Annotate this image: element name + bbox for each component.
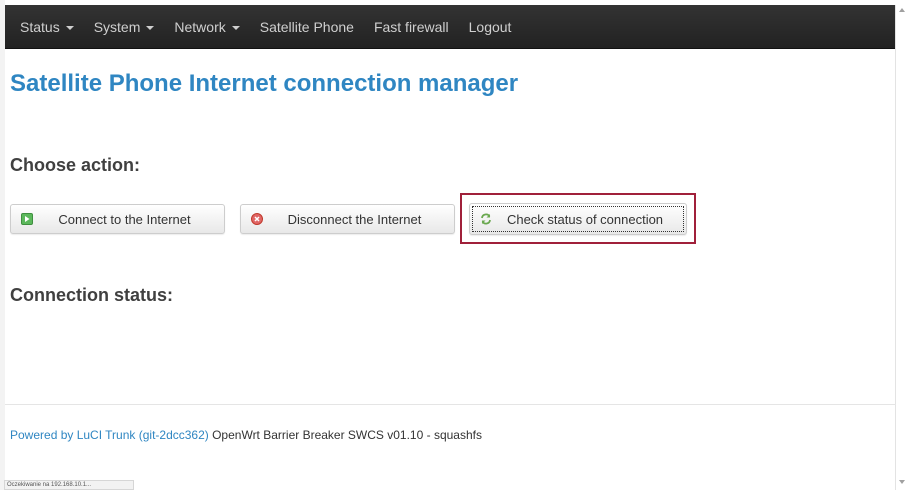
play-icon — [21, 213, 33, 225]
choose-action-heading: Choose action: — [10, 155, 141, 175]
nav-system[interactable]: System — [84, 5, 165, 48]
disconnect-button[interactable]: Disconnect the Internet — [240, 204, 455, 234]
nav-status[interactable]: Status — [5, 5, 84, 48]
connect-button[interactable]: Connect to the Internet — [10, 204, 225, 234]
window-edge — [0, 0, 5, 490]
focus-ring — [472, 206, 684, 232]
nav-network-label: Network — [174, 18, 226, 35]
scroll-up-icon[interactable] — [899, 8, 905, 12]
nav-fast-firewall[interactable]: Fast firewall — [364, 5, 459, 48]
chevron-down-icon — [231, 25, 240, 30]
nav-logout-label: Logout — [468, 18, 512, 35]
nav-logout[interactable]: Logout — [459, 5, 522, 48]
close-icon — [251, 213, 263, 225]
nav-status-label: Status — [20, 18, 60, 35]
check-status-button[interactable]: Check status of connection — [469, 203, 687, 235]
nav-satellite-phone[interactable]: Satellite Phone — [250, 5, 364, 48]
disconnect-button-label: Disconnect the Internet — [287, 211, 422, 227]
footer-text: OpenWrt Barrier Breaker SWCS v01.10 - sq… — [208, 428, 482, 442]
luci-link[interactable]: Powered by LuCI Trunk (git-2dcc362) — [10, 428, 209, 442]
footer-divider — [5, 404, 896, 405]
nav-fast-firewall-label: Fast firewall — [373, 18, 449, 35]
chevron-down-icon — [65, 25, 74, 30]
page-title: Satellite Phone Internet connection mana… — [10, 70, 519, 97]
nav-system-label: System — [93, 18, 141, 35]
scroll-down-icon[interactable] — [899, 480, 905, 484]
nav-satellite-phone-label: Satellite Phone — [259, 18, 354, 35]
vertical-scrollbar[interactable] — [895, 5, 909, 490]
chevron-down-icon — [146, 25, 155, 30]
connection-status-heading: Connection status: — [10, 285, 174, 305]
connect-button-label: Connect to the Internet — [58, 211, 191, 227]
browser-status-bar: Oczekiwanie na 192.168.10.1... — [4, 480, 134, 490]
nav-network[interactable]: Network — [164, 5, 249, 48]
footer: Powered by LuCI Trunk (git-2dcc362) Open… — [10, 428, 482, 442]
top-navbar: Status System Network Satellite Phone Fa… — [5, 5, 896, 49]
